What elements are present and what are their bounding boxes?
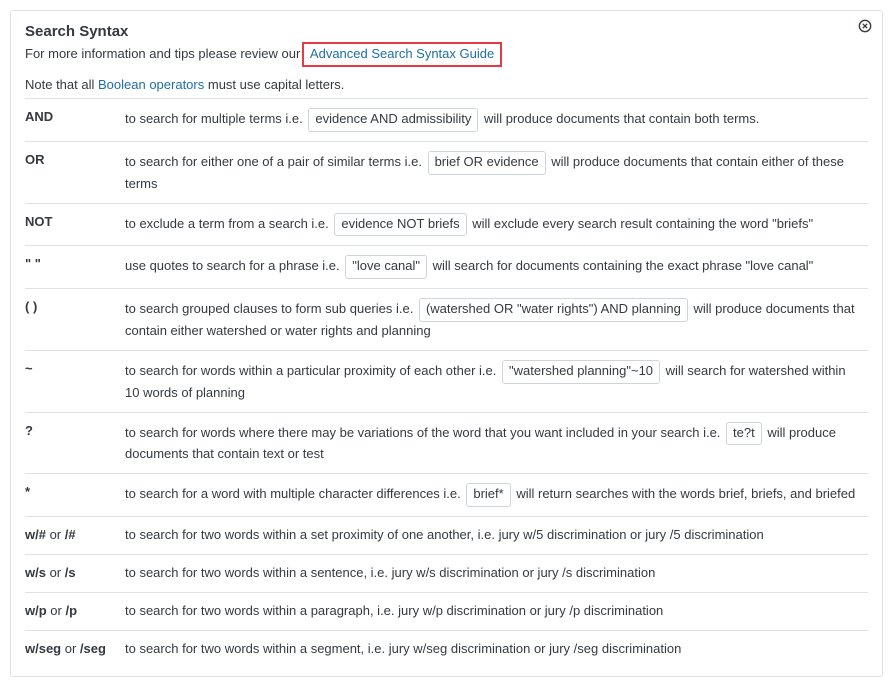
table-row: w/p or /p to search for two words within…	[25, 592, 868, 630]
table-row: ? to search for words where there may be…	[25, 412, 868, 474]
description: to exclude a term from a search i.e. evi…	[125, 203, 868, 246]
example-code: brief*	[466, 483, 510, 507]
example-code: "love canal"	[345, 255, 427, 279]
description: to search for words within a particular …	[125, 350, 868, 412]
description: to search for words where there may be v…	[125, 412, 868, 474]
operator: NOT	[25, 203, 125, 246]
description: to search for two words within a segment…	[125, 630, 868, 667]
table-row: * to search for a word with multiple cha…	[25, 474, 868, 517]
operator: ( )	[25, 289, 125, 351]
description: to search for multiple terms i.e. eviden…	[125, 99, 868, 142]
description: to search for a word with multiple chara…	[125, 474, 868, 517]
guide-link-highlight: Advanced Search Syntax Guide	[302, 42, 502, 67]
example-code: evidence AND admissibility	[308, 108, 478, 132]
close-icon[interactable]	[858, 19, 872, 33]
operator: ~	[25, 350, 125, 412]
intro-line: For more information and tips please rev…	[25, 42, 868, 67]
table-row: w/s or /s to search for two words within…	[25, 554, 868, 592]
description: to search for either one of a pair of si…	[125, 141, 868, 203]
operator: OR	[25, 141, 125, 203]
table-row: w/# or /# to search for two words within…	[25, 517, 868, 555]
operator: w/s or /s	[25, 554, 125, 592]
table-row: " " use quotes to search for a phrase i.…	[25, 246, 868, 289]
note-suffix: must use capital letters.	[204, 77, 344, 92]
table-row: ( ) to search grouped clauses to form su…	[25, 289, 868, 351]
operator: ?	[25, 412, 125, 474]
operator: w/seg or /seg	[25, 630, 125, 667]
description: to search for two words within a sentenc…	[125, 554, 868, 592]
example-code: te?t	[726, 422, 762, 446]
description: to search for two words within a paragra…	[125, 592, 868, 630]
table-row: NOT to exclude a term from a search i.e.…	[25, 203, 868, 246]
example-code: "watershed planning"~10	[502, 360, 660, 384]
advanced-guide-link[interactable]: Advanced Search Syntax Guide	[310, 46, 494, 61]
page-title: Search Syntax	[25, 23, 868, 40]
intro-text: For more information and tips please rev…	[25, 46, 300, 61]
boolean-operators-link[interactable]: Boolean operators	[98, 77, 204, 92]
operator: *	[25, 474, 125, 517]
description: to search grouped clauses to form sub qu…	[125, 289, 868, 351]
description: use quotes to search for a phrase i.e. "…	[125, 246, 868, 289]
operator: w/# or /#	[25, 517, 125, 555]
table-row: AND to search for multiple terms i.e. ev…	[25, 99, 868, 142]
table-row: ~ to search for words within a particula…	[25, 350, 868, 412]
search-syntax-panel: Search Syntax For more information and t…	[10, 10, 883, 677]
example-code: brief OR evidence	[428, 151, 546, 175]
syntax-table: AND to search for multiple terms i.e. ev…	[25, 98, 868, 668]
description: to search for two words within a set pro…	[125, 517, 868, 555]
operator: AND	[25, 99, 125, 142]
operator: w/p or /p	[25, 592, 125, 630]
boolean-note: Note that all Boolean operators must use…	[25, 77, 868, 96]
table-row: w/seg or /seg to search for two words wi…	[25, 630, 868, 667]
example-code: evidence NOT briefs	[334, 213, 466, 237]
example-code: (watershed OR "water rights") AND planni…	[419, 298, 688, 322]
note-prefix: Note that all	[25, 77, 98, 92]
table-row: OR to search for either one of a pair of…	[25, 141, 868, 203]
operator: " "	[25, 246, 125, 289]
